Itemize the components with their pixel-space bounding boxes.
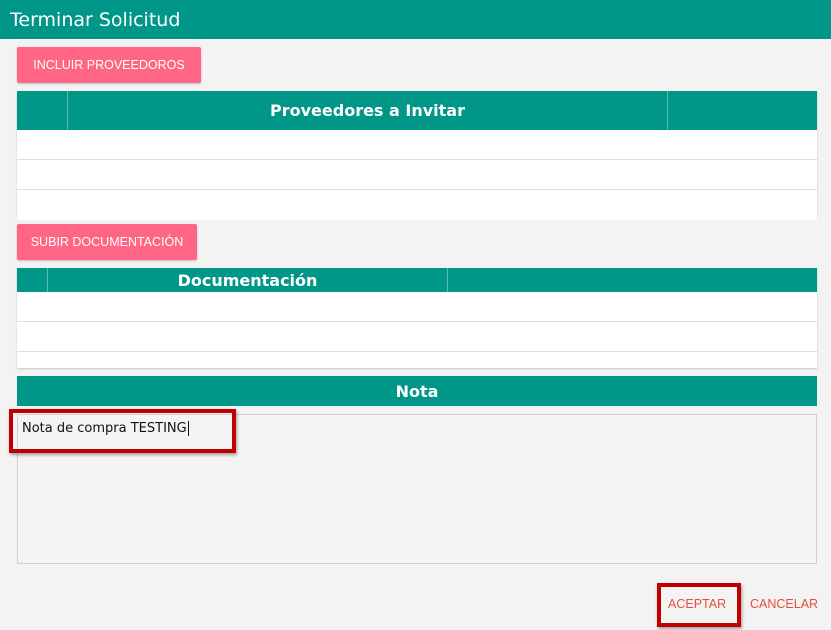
nota-header: Nota	[17, 376, 817, 406]
proveedores-header-label: Proveedores a Invitar	[270, 101, 465, 120]
proveedores-table-header: Proveedores a Invitar	[17, 91, 817, 130]
documentacion-table-header: Documentación	[17, 268, 817, 292]
nota-highlight-box	[9, 409, 236, 453]
cancelar-button[interactable]: CANCELAR	[750, 597, 818, 611]
dialog-titlebar: Terminar Solicitud	[0, 0, 831, 39]
incluir-proveedores-button[interactable]: INCLUIR PROVEEDOROS	[17, 47, 201, 83]
table-row	[17, 190, 817, 220]
proveedores-table: Proveedores a Invitar	[17, 91, 817, 220]
terminar-solicitud-dialog: Terminar Solicitud INCLUIR PROVEEDOROS P…	[0, 0, 831, 630]
subir-documentacion-button[interactable]: SUBIR DOCUMENTACIÓN	[17, 224, 197, 260]
table-row	[17, 292, 817, 322]
table-row	[17, 160, 817, 190]
dialog-title: Terminar Solicitud	[10, 9, 181, 31]
documentacion-header-label: Documentación	[177, 270, 318, 290]
table-row	[17, 130, 817, 160]
aceptar-highlight-box	[657, 583, 741, 627]
table-row	[17, 322, 817, 352]
documentacion-table: Documentación	[17, 268, 817, 368]
